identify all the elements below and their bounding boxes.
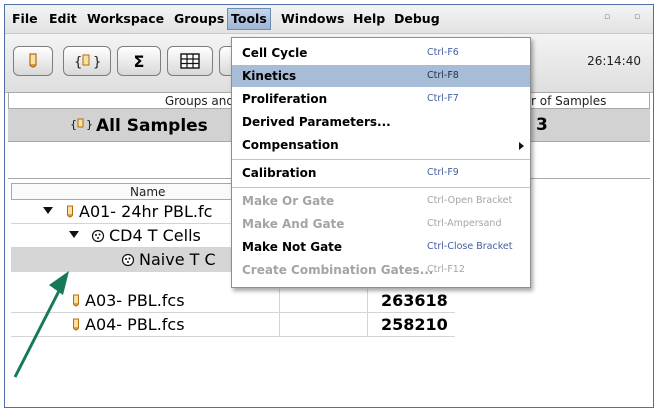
- menu-item-cell-cycle[interactable]: Cell Cycle Ctrl-F6: [232, 42, 530, 64]
- menu-item-proliferation[interactable]: Proliferation Ctrl-F7: [232, 88, 530, 110]
- menu-item-kinetics[interactable]: Kinetics Ctrl-F8: [232, 65, 530, 87]
- app-window: File Edit Workspace Groups Tools Windows…: [4, 4, 654, 408]
- tools-menu-dropdown: Cell Cycle Ctrl-F6 Kinetics Ctrl-F8 Prol…: [231, 37, 531, 288]
- menu-item-create-combination-gates: Create Combination Gates... Ctrl-F12: [242, 263, 465, 277]
- menu-item-make-or-gate: Make Or Gate Ctrl-Open Bracket: [242, 194, 513, 208]
- menu-item-compensation[interactable]: Compensation: [232, 134, 530, 156]
- menu-item-make-not-gate[interactable]: Make Not Gate Ctrl-Close Bracket: [232, 236, 530, 258]
- submenu-arrow-icon: [519, 142, 524, 150]
- menu-item-calibration[interactable]: Calibration Ctrl-F9: [232, 162, 530, 184]
- menu-item-derived-parameters[interactable]: Derived Parameters...: [232, 111, 530, 133]
- menu-item-make-and-gate: Make And Gate Ctrl-Ampersand: [242, 217, 502, 231]
